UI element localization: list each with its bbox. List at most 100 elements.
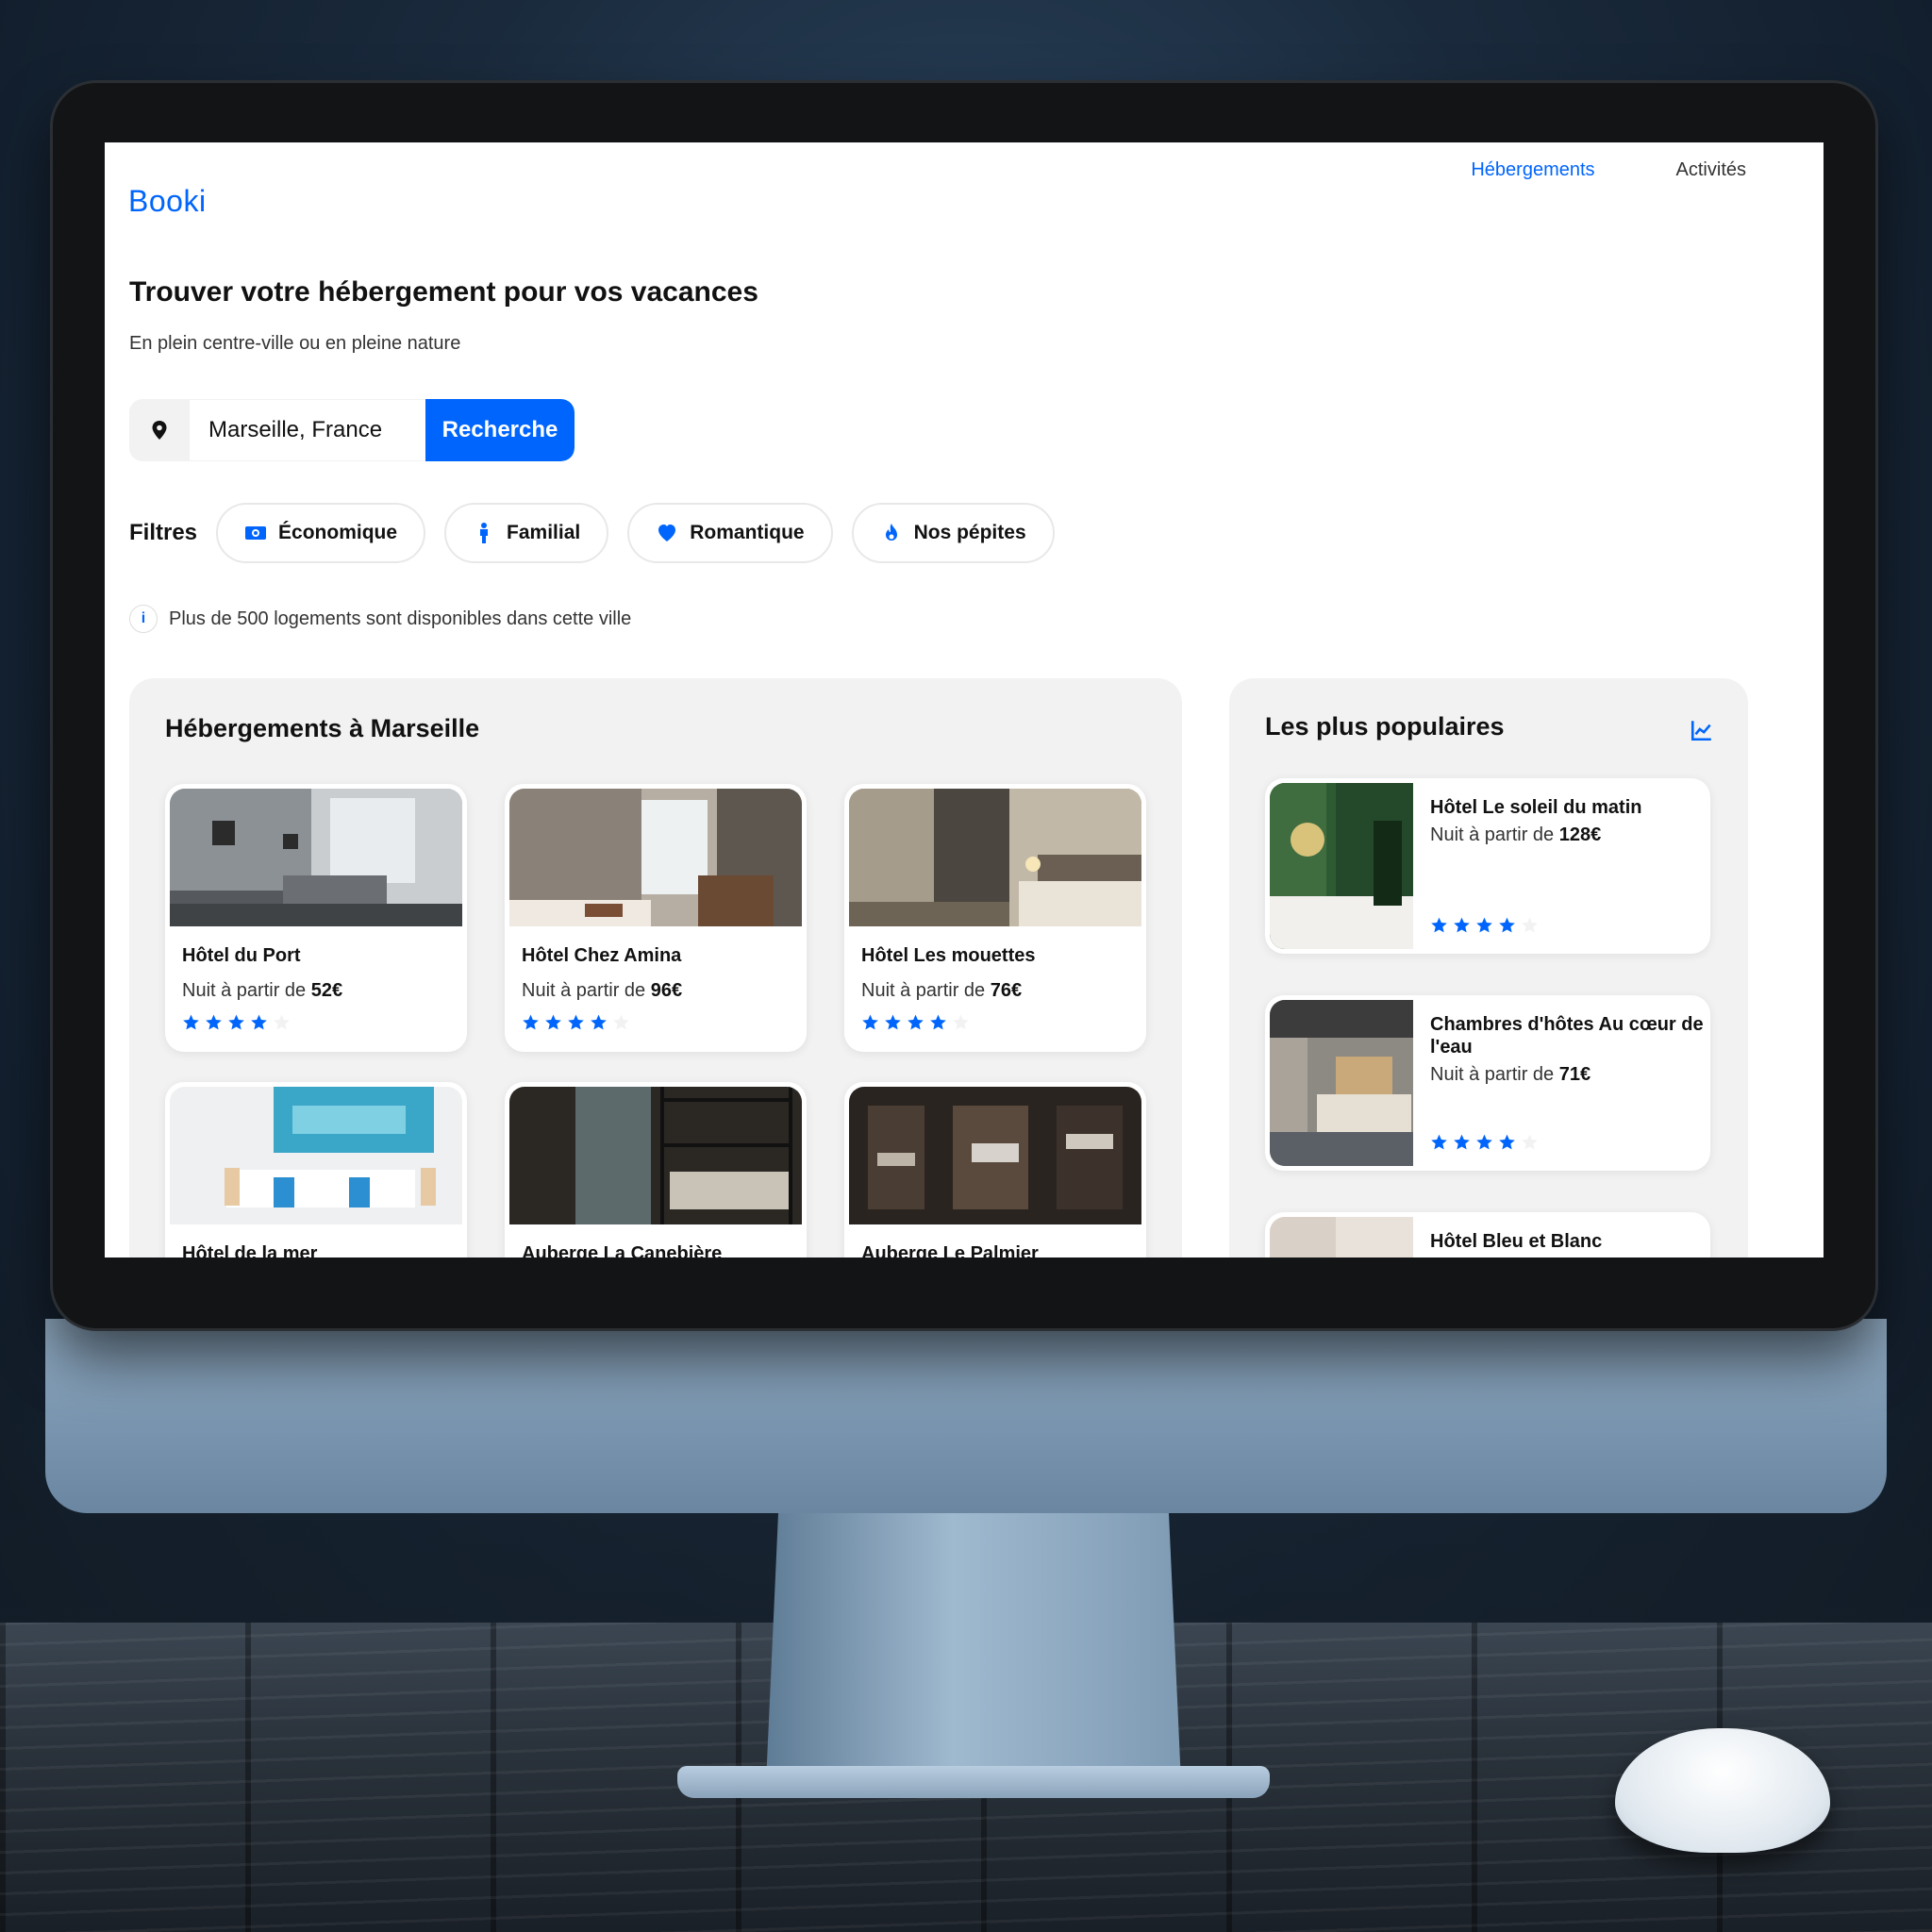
money-icon xyxy=(245,526,267,540)
star-filled-icon xyxy=(930,1014,946,1030)
popular-photo xyxy=(1270,783,1413,949)
star-filled-icon xyxy=(1454,917,1470,933)
listing-card[interactable]: Hôtel Les mouettes Nuit à partir de 76€ xyxy=(844,784,1146,1052)
popular-panel: Les plus populaires Hôtel Le soleil du m… xyxy=(1229,678,1748,1257)
listing-name: Auberge Le Palmier xyxy=(861,1243,1039,1257)
popular-rating xyxy=(1430,916,1539,934)
listing-photo xyxy=(170,1087,462,1224)
listing-card[interactable]: Hôtel de la mer xyxy=(165,1082,467,1257)
page-subtitle: En plein centre-ville ou en pleine natur… xyxy=(129,333,461,354)
popular-photo xyxy=(1270,1217,1413,1257)
listing-card[interactable]: Hôtel du Port Nuit à partir de 52€ xyxy=(165,784,467,1052)
popular-name: Chambres d'hôtes Au cœur de l'eau xyxy=(1430,1014,1704,1058)
star-filled-icon xyxy=(908,1014,924,1030)
star-empty-icon xyxy=(613,1014,629,1030)
star-filled-icon xyxy=(228,1014,244,1030)
search-bar: Marseille, France Recherche xyxy=(129,399,575,461)
nav-hebergements[interactable]: Hébergements xyxy=(1471,159,1594,181)
star-filled-icon xyxy=(545,1014,561,1030)
fire-icon xyxy=(885,524,897,541)
filters-label: Filtres xyxy=(129,520,198,545)
page-title: Trouver votre hébergement pour vos vacan… xyxy=(129,276,758,308)
monitor-chin xyxy=(45,1319,1887,1513)
listing-card[interactable]: Hôtel Chez Amina Nuit à partir de 96€ xyxy=(505,784,807,1052)
search-button[interactable]: Recherche xyxy=(425,399,575,461)
info-text: Plus de 500 logements sont disponibles d… xyxy=(169,608,632,629)
filter-label: Économique xyxy=(278,522,398,543)
popular-title: Les plus populaires xyxy=(1265,712,1505,741)
listing-card[interactable]: Auberge Le Palmier xyxy=(844,1082,1146,1257)
star-filled-icon xyxy=(1431,1134,1447,1150)
listing-name: Hôtel du Port xyxy=(182,945,301,966)
star-filled-icon xyxy=(183,1014,199,1030)
popular-name: Hôtel Bleu et Blanc xyxy=(1430,1231,1603,1252)
star-filled-icon xyxy=(206,1014,222,1030)
filter-nos-pepites[interactable]: Nos pépites xyxy=(851,503,1055,563)
monitor-stand-foot xyxy=(677,1766,1270,1798)
star-filled-icon xyxy=(1454,1134,1470,1150)
star-empty-icon xyxy=(1522,917,1538,933)
heart-icon xyxy=(658,525,676,541)
listing-name: Auberge La Canebière xyxy=(522,1243,723,1257)
filter-romantique[interactable]: Romantique xyxy=(627,503,833,563)
listing-photo xyxy=(849,1087,1141,1224)
listing-photo xyxy=(849,789,1141,926)
filter-familial[interactable]: Familial xyxy=(444,503,609,563)
listing-photo xyxy=(170,789,462,926)
listing-price: Nuit à partir de 76€ xyxy=(861,980,1023,1001)
listing-price: Nuit à partir de 52€ xyxy=(182,980,343,1001)
popular-card[interactable]: Hôtel Bleu et Blanc xyxy=(1265,1212,1710,1257)
listings-title: Hébergements à Marseille xyxy=(165,714,480,742)
listing-rating xyxy=(861,1013,1141,1031)
star-filled-icon xyxy=(568,1014,584,1030)
popular-card[interactable]: Hôtel Le soleil du matin Nuit à partir d… xyxy=(1265,778,1710,954)
listing-card[interactable]: Auberge La Canebière xyxy=(505,1082,807,1257)
listing-rating xyxy=(182,1013,462,1031)
search-input[interactable]: Marseille, France xyxy=(190,399,425,461)
info-banner: i Plus de 500 logements sont disponibles… xyxy=(129,605,631,633)
logo[interactable]: Booki xyxy=(128,184,207,219)
monitor-stand xyxy=(766,1509,1181,1783)
nav-activites[interactable]: Activités xyxy=(1676,159,1746,181)
filter-economique[interactable]: Économique xyxy=(216,503,426,563)
person-icon xyxy=(480,523,489,543)
popular-price: Nuit à partir de 128€ xyxy=(1430,824,1602,845)
star-filled-icon xyxy=(523,1014,539,1030)
star-filled-icon xyxy=(591,1014,607,1030)
star-filled-icon xyxy=(1476,1134,1492,1150)
listing-photo xyxy=(509,1087,802,1224)
popular-photo xyxy=(1270,1000,1413,1166)
star-filled-icon xyxy=(1499,1134,1515,1150)
top-nav: Hébergements Activités xyxy=(1471,159,1746,181)
listing-name: Hôtel Chez Amina xyxy=(522,945,682,966)
filter-label: Familial xyxy=(507,522,581,543)
star-filled-icon xyxy=(1499,917,1515,933)
filter-label: Nos pépites xyxy=(913,522,1026,543)
info-icon: i xyxy=(129,605,158,633)
popular-list: Hôtel Le soleil du matin Nuit à partir d… xyxy=(1265,778,1710,1257)
trend-chart-icon xyxy=(1690,721,1711,741)
popular-name: Hôtel Le soleil du matin xyxy=(1430,797,1642,818)
star-filled-icon xyxy=(885,1014,901,1030)
star-filled-icon xyxy=(862,1014,878,1030)
listing-name: Hôtel de la mer xyxy=(182,1243,318,1257)
listing-price: Nuit à partir de 96€ xyxy=(522,980,683,1001)
star-empty-icon xyxy=(274,1014,290,1030)
star-empty-icon xyxy=(953,1014,969,1030)
listings-panel: Hébergements à Marseille Hôtel du Port N… xyxy=(129,678,1182,1257)
popular-card[interactable]: Chambres d'hôtes Au cœur de l'eau Nuit à… xyxy=(1265,995,1710,1171)
star-filled-icon xyxy=(1431,917,1447,933)
listing-rating xyxy=(522,1013,802,1031)
listing-photo xyxy=(509,789,802,926)
star-filled-icon xyxy=(251,1014,267,1030)
popular-rating xyxy=(1430,1133,1539,1151)
filters: Filtres Économique Familial Romantique N… xyxy=(129,503,1055,563)
popular-price: Nuit à partir de 71€ xyxy=(1430,1064,1591,1085)
star-filled-icon xyxy=(1476,917,1492,933)
listing-name: Hôtel Les mouettes xyxy=(861,945,1036,966)
listings-grid: Hôtel du Port Nuit à partir de 52€ Hôtel… xyxy=(165,784,1146,1257)
location-pin-icon xyxy=(129,399,190,461)
screen: Booki Hébergements Activités Trouver vot… xyxy=(105,142,1824,1257)
star-empty-icon xyxy=(1522,1134,1538,1150)
filter-label: Romantique xyxy=(690,522,805,543)
